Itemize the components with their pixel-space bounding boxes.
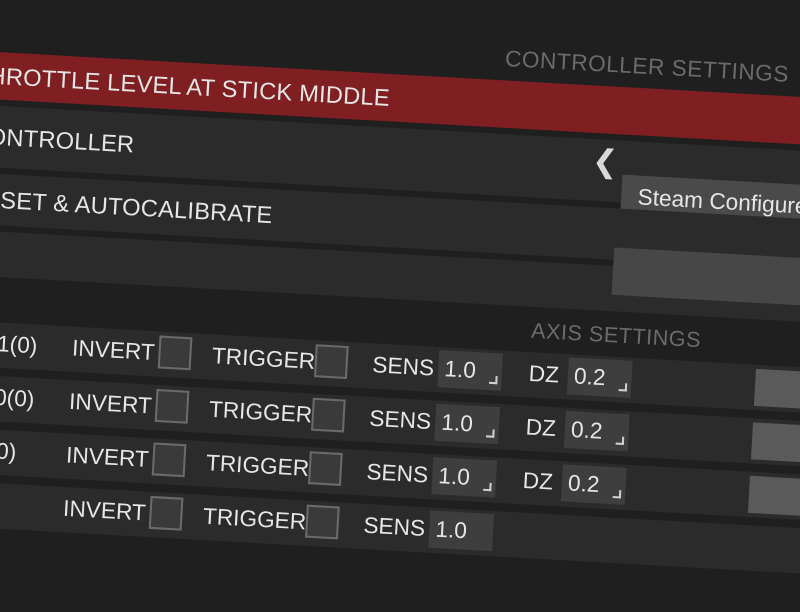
spin-icon xyxy=(486,429,495,438)
axis-name: XIS-30(0) xyxy=(0,380,36,413)
trigger-label: TRIGGER xyxy=(205,449,310,482)
axis-settings-heading: AXIS SETTINGS xyxy=(530,319,702,353)
sens-label: SENS xyxy=(362,512,426,542)
settings-panel: CONTROLLER SETTINGS THROTTLE LEVEL AT ST… xyxy=(0,0,800,612)
trigger-label: TRIGGER xyxy=(202,503,307,535)
dz-label: DZ xyxy=(528,360,560,388)
spin-icon xyxy=(612,489,622,499)
axis-name: IS-34(0) xyxy=(0,434,18,465)
trigger-label: TRIGGER xyxy=(208,396,313,428)
sens-stepper[interactable]: 1.0 xyxy=(431,457,498,498)
dz-stepper[interactable]: 0.2 xyxy=(560,464,627,505)
sens-stepper[interactable]: 1.0 xyxy=(434,403,501,445)
controller-settings-heading: CONTROLLER SETTINGS xyxy=(504,45,790,87)
invert-label: INVERT xyxy=(68,388,153,419)
dz-value: 0.2 xyxy=(573,362,607,391)
dz-value: 0.2 xyxy=(570,416,604,444)
invert-label: INVERT xyxy=(62,495,147,526)
dz-value: 0.2 xyxy=(567,469,601,498)
dz-label: DZ xyxy=(525,413,557,442)
dz-label: DZ xyxy=(522,467,554,495)
spin-icon xyxy=(615,436,625,446)
sens-label: SENS xyxy=(368,405,432,435)
spin-icon xyxy=(618,382,628,392)
sens-value: 1.0 xyxy=(440,409,474,437)
invert-checkbox[interactable] xyxy=(148,495,184,531)
dz-stepper[interactable]: 0.2 xyxy=(566,357,633,398)
invert-checkbox[interactable] xyxy=(151,442,187,478)
throttle-level-label: THROTTLE LEVEL AT STICK MIDDLE xyxy=(0,60,391,111)
trigger-checkbox[interactable] xyxy=(305,504,340,540)
trigger-checkbox[interactable] xyxy=(313,344,349,379)
sens-label: SENS xyxy=(371,351,435,381)
sens-value: 1.0 xyxy=(434,516,468,544)
axis-action-box[interactable] xyxy=(747,475,800,517)
axis-action-box[interactable] xyxy=(753,368,800,410)
invert-label: INVERT xyxy=(71,334,156,366)
spin-icon xyxy=(488,375,498,385)
chevron-left-icon[interactable]: ❮ xyxy=(591,144,619,179)
invert-label: INVERT xyxy=(65,441,150,473)
invert-checkbox[interactable] xyxy=(157,335,193,371)
sens-value: 1.0 xyxy=(443,355,477,384)
sens-stepper[interactable]: 1.0 xyxy=(428,510,495,552)
axis-action-box[interactable] xyxy=(750,422,800,463)
invert-checkbox[interactable] xyxy=(154,388,190,424)
reset-autocalibrate-label: RESET & AUTOCALIBRATE xyxy=(0,183,274,228)
sens-value: 1.0 xyxy=(437,462,471,491)
trigger-label: TRIGGER xyxy=(211,342,316,375)
controller-label: CONTROLLER xyxy=(0,121,136,158)
spin-icon xyxy=(483,482,492,492)
trigger-checkbox[interactable] xyxy=(308,451,343,486)
sens-label: SENS xyxy=(365,458,429,488)
sens-stepper[interactable]: 1.0 xyxy=(437,350,504,391)
dz-stepper[interactable]: 0.2 xyxy=(563,410,630,452)
axis-name: XIS-31(0) xyxy=(0,327,39,359)
trigger-checkbox[interactable] xyxy=(311,397,346,433)
